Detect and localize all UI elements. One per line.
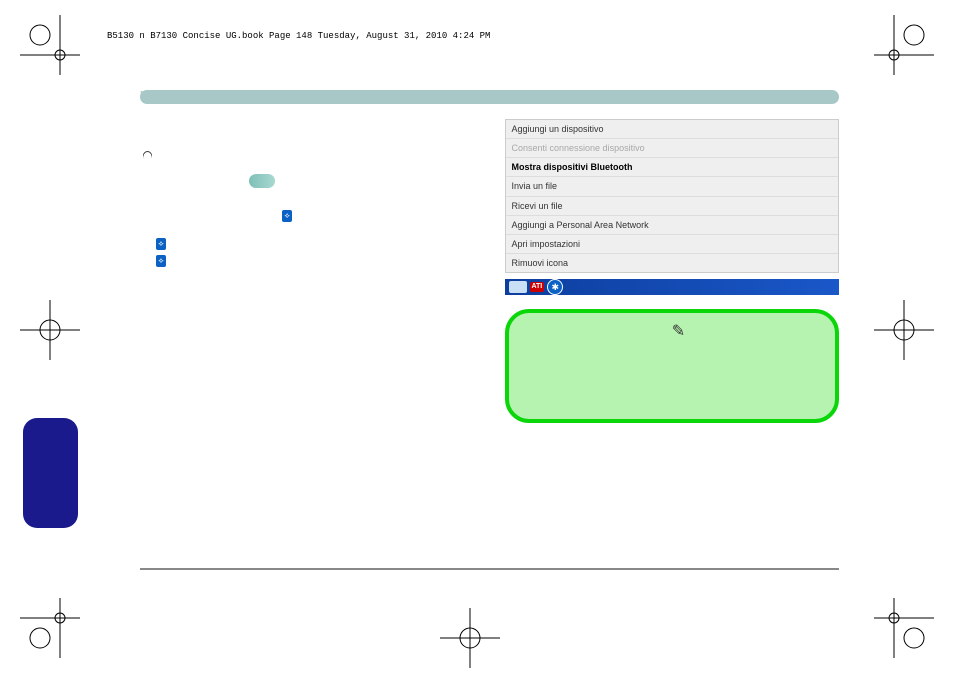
wireless-icon (140, 150, 154, 162)
crop-mark-tr (874, 15, 934, 75)
step-2: Nell'area di notifica della barra delle … (156, 226, 475, 251)
footer-text: Guida Rapida per l'Utente (170, 575, 285, 586)
page-number: 148 (140, 575, 157, 586)
intro-text: Prima di configurare le funzioni Bluetoo… (140, 128, 475, 140)
note-box: ✎ Impostazioni Bluetooth ad alta velocit… (505, 309, 840, 423)
taskbar-tray: ATI ✱ (505, 279, 840, 295)
page-title: Modulo Bluetooth (Opzione) (140, 90, 265, 101)
menu-add-device[interactable]: Aggiungi un dispositivo (506, 120, 839, 139)
crop-mark-bl (20, 598, 80, 658)
menu-open-settings[interactable]: Apri impostazioni (506, 235, 839, 254)
tray-app-icon (509, 281, 527, 293)
menu-allow-connection: Consenti connessione dispositivo (506, 139, 839, 158)
menu-receive-file[interactable]: Ricevi un file (506, 197, 839, 216)
crop-mark-right (874, 300, 934, 360)
wireless-manager-icon (249, 174, 275, 188)
footer-rule (140, 568, 839, 570)
bluetooth-tray-icon[interactable]: ✱ (547, 279, 563, 295)
left-column: Prima di configurare le funzioni Bluetoo… (140, 119, 475, 423)
menu-send-file[interactable]: Invia un file (506, 177, 839, 196)
bluetooth-icon: ⟡ (156, 238, 166, 250)
bluetooth-icon: ⟡ (156, 255, 166, 267)
step-3: ⟡ Fare clic/fare clic con il pulsante de… (156, 254, 475, 291)
crop-mark-tl (20, 15, 80, 75)
figure-caption: Figura 18 - Icona Bluetooth nell'area di… (140, 300, 475, 312)
step-1: Premere la combinazione di tasti Fn + F1… (156, 197, 475, 222)
ati-icon: ATI (530, 282, 545, 291)
page-body: Modulo Bluetooth (Opzione) Prima di conf… (140, 90, 839, 578)
framemaker-header: B5130 n B7130 Concise UG.book Page 148 T… (107, 31, 490, 41)
note-body: È necessario che sia il modulo WLAN del … (525, 337, 820, 373)
crop-mark-br (874, 598, 934, 658)
menu-remove-icon[interactable]: Rimuovi icona (506, 254, 839, 272)
pencil-icon: ✎ (672, 321, 685, 343)
bluetooth-icon: ⟡ (282, 210, 292, 222)
note-heading: Utilizzare i tasti Fn + F12 oppure il pu… (140, 149, 475, 188)
side-tab (23, 418, 78, 528)
steps-list: Premere la combinazione di tasti Fn + F1… (140, 197, 475, 291)
title-bar: Modulo Bluetooth (Opzione) (140, 90, 839, 104)
bluetooth-context-menu: Aggiungi un dispositivo Consenti conness… (505, 119, 840, 273)
menu-add-to-pan[interactable]: Aggiungi a Personal Area Network (506, 216, 839, 235)
right-column: Aggiungi un dispositivo Consenti conness… (505, 119, 840, 423)
menu-show-bluetooth-devices[interactable]: Mostra dispositivi Bluetooth (506, 158, 839, 177)
crop-mark-left (20, 300, 80, 360)
crop-mark-bottom (440, 608, 500, 668)
